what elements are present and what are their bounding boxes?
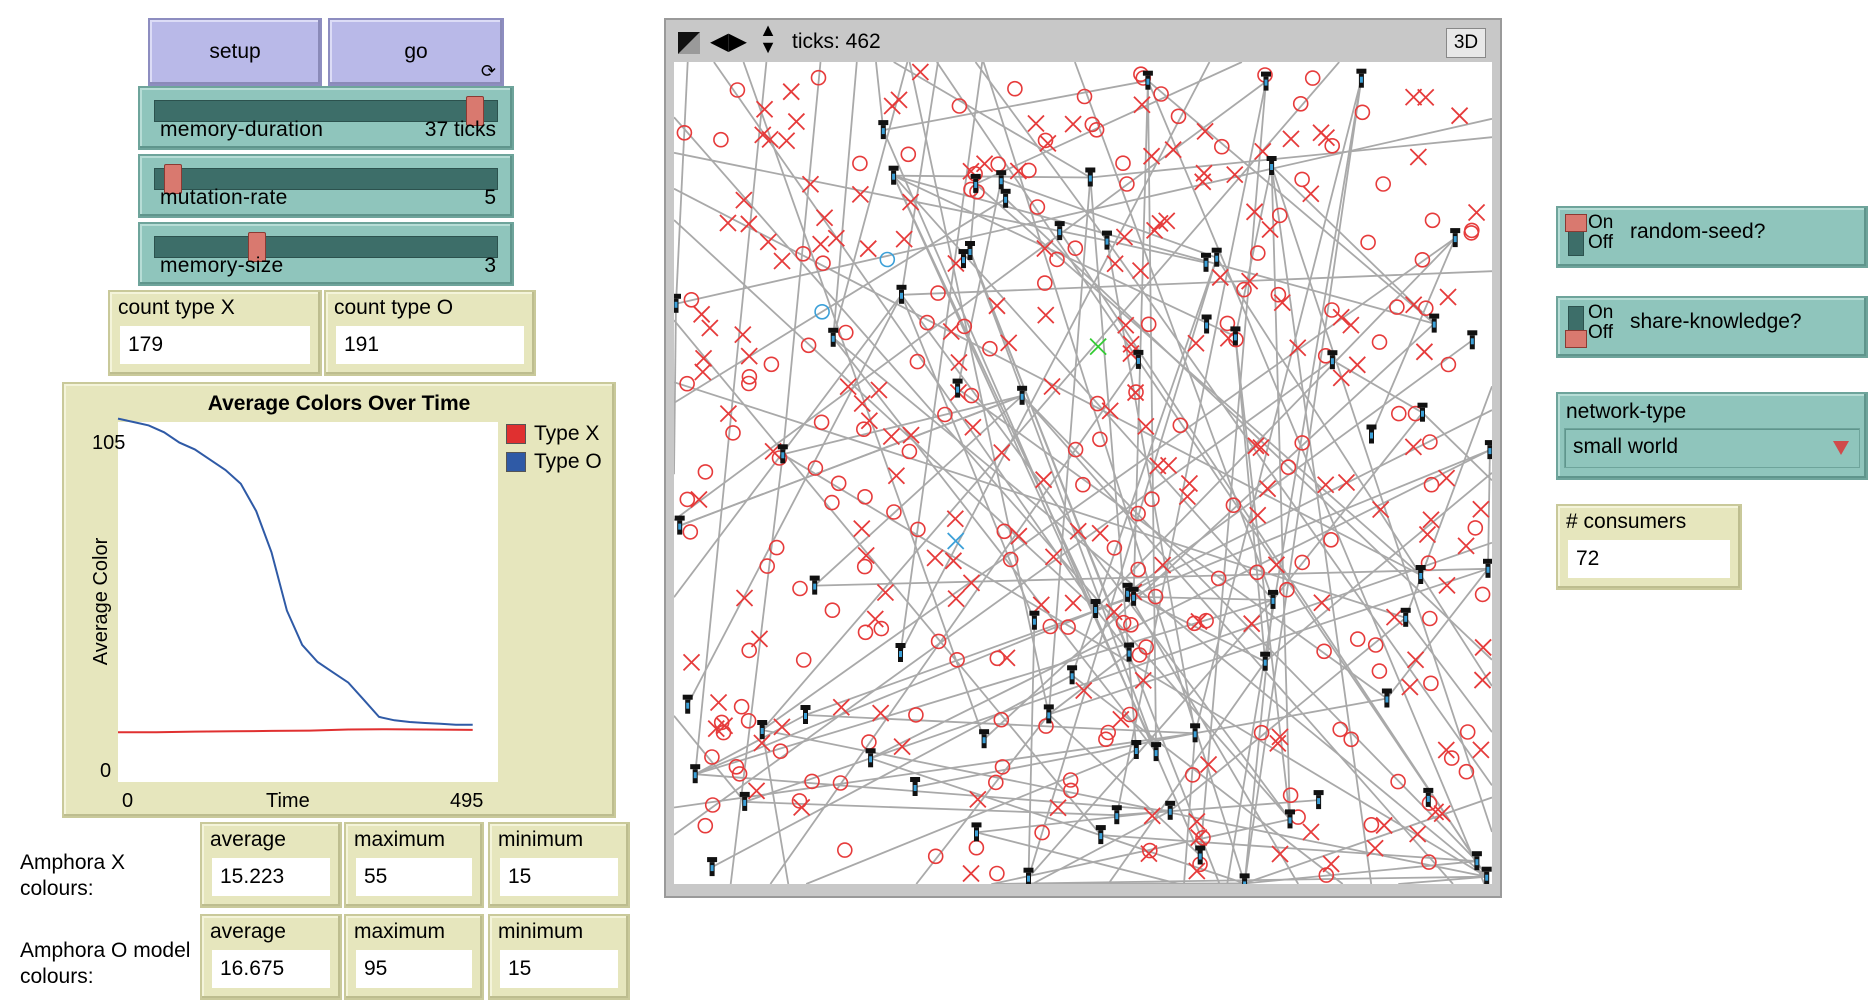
go-button-label: go: [404, 40, 428, 63]
legend-swatch: [506, 452, 526, 472]
monitor-label: count type X: [118, 296, 235, 319]
monitor-o-maximum: maximum 95: [344, 914, 484, 1000]
slider-value: 5: [484, 186, 496, 209]
monitor-label: minimum: [498, 920, 584, 943]
slider-memory-size[interactable]: memory-size 3: [138, 222, 514, 286]
monitor-label: average: [210, 828, 286, 851]
monitor-value: 191: [336, 326, 524, 364]
switch-off-label: Off: [1588, 232, 1613, 253]
setup-button[interactable]: setup: [148, 18, 322, 86]
go-button[interactable]: go ⟳: [328, 18, 504, 86]
chooser-network-type[interactable]: network-type small world: [1556, 392, 1868, 480]
switch-share-knowledge[interactable]: On Off share-knowledge?: [1556, 296, 1868, 358]
monitor-value: 55: [356, 858, 472, 896]
arrow-left-right-icon[interactable]: ◀▶: [710, 30, 747, 54]
switch-on-label: On: [1588, 212, 1614, 233]
slider-label: memory-duration: [160, 118, 324, 141]
monitor-value: 16.675: [212, 950, 330, 988]
network-type-select[interactable]: small world: [1564, 428, 1860, 468]
legend-label: Type O: [534, 450, 602, 473]
3d-button[interactable]: 3D: [1446, 28, 1486, 58]
chooser-label: network-type: [1566, 400, 1687, 423]
arrow-up-down-icon[interactable]: ▲ ▼: [756, 21, 780, 56]
setup-button-label: setup: [209, 40, 261, 63]
monitor-value: 15: [500, 950, 618, 988]
slider-memory-duration[interactable]: memory-duration 37 ticks: [138, 86, 514, 150]
ticks-label: ticks: 462: [792, 30, 881, 53]
monitor-x-average: average 15.223: [200, 822, 342, 908]
monitor-label: maximum: [354, 828, 446, 851]
slider-mutation-rate[interactable]: mutation-rate 5: [138, 154, 514, 218]
switch-on-label: On: [1588, 302, 1614, 323]
switch-knob[interactable]: [1565, 214, 1587, 232]
y-axis-label: Average Color: [90, 537, 113, 666]
monitor-count-type-x: count type X 179: [108, 290, 322, 376]
note-amphora-o: Amphora O model colours:: [20, 939, 191, 988]
world-view[interactable]: ◀▶ ▲ ▼ ticks: 462 3D: [664, 18, 1502, 898]
monitor-x-minimum: minimum 15: [488, 822, 630, 908]
slider-label: mutation-rate: [160, 186, 288, 209]
y-max-label: 105: [92, 432, 126, 454]
note-amphora-x: Amphora X colours:: [20, 851, 126, 900]
monitor-label: count type O: [334, 296, 454, 319]
monitor-label: minimum: [498, 828, 584, 851]
monitor-label: # consumers: [1566, 510, 1687, 533]
x-min-label: 0: [122, 790, 134, 812]
monitor-value: 15.223: [212, 858, 330, 896]
forever-icon: ⟳: [480, 61, 496, 81]
plot-area: [118, 422, 498, 782]
monitor-value: 15: [500, 858, 618, 896]
monitor-value: 179: [120, 326, 310, 364]
legend-item: Type X: [506, 422, 599, 446]
switch-label: random-seed?: [1630, 220, 1766, 243]
dropdown-arrow-icon[interactable]: [1833, 441, 1849, 455]
switch-off-label: Off: [1588, 322, 1613, 343]
monitor-count-type-o: count type O 191: [324, 290, 536, 376]
monitor-x-maximum: maximum 55: [344, 822, 484, 908]
legend-item: Type O: [506, 450, 602, 474]
chooser-value: small world: [1573, 435, 1679, 458]
plot-average-colors: Average Colors Over Time 105 0 0 495 Tim…: [62, 382, 616, 818]
switch-random-seed[interactable]: On Off random-seed?: [1556, 206, 1868, 268]
slider-label: memory-size: [160, 254, 284, 277]
view-toolbar: ◀▶ ▲ ▼ ticks: 462 3D: [666, 20, 1500, 62]
switch-knob[interactable]: [1565, 330, 1587, 348]
x-max-label: 495: [450, 790, 484, 812]
legend-swatch: [506, 424, 526, 444]
world-svg[interactable]: [674, 62, 1492, 884]
monitor-consumers: # consumers 72: [1556, 504, 1742, 590]
slider-value: 37 ticks: [424, 118, 496, 141]
monitor-o-minimum: minimum 15: [488, 914, 630, 1000]
legend-label: Type X: [534, 422, 600, 445]
x-axis-label: Time: [266, 790, 310, 812]
world-canvas[interactable]: [674, 62, 1492, 884]
slider-value: 3: [484, 254, 496, 277]
monitor-label: maximum: [354, 920, 446, 943]
monitor-label: average: [210, 920, 286, 943]
switch-label: share-knowledge?: [1630, 310, 1802, 333]
y-min-label: 0: [100, 760, 112, 782]
monitor-o-average: average 16.675: [200, 914, 342, 1000]
monitor-value: 72: [1568, 540, 1730, 578]
monitor-value: 95: [356, 950, 472, 988]
